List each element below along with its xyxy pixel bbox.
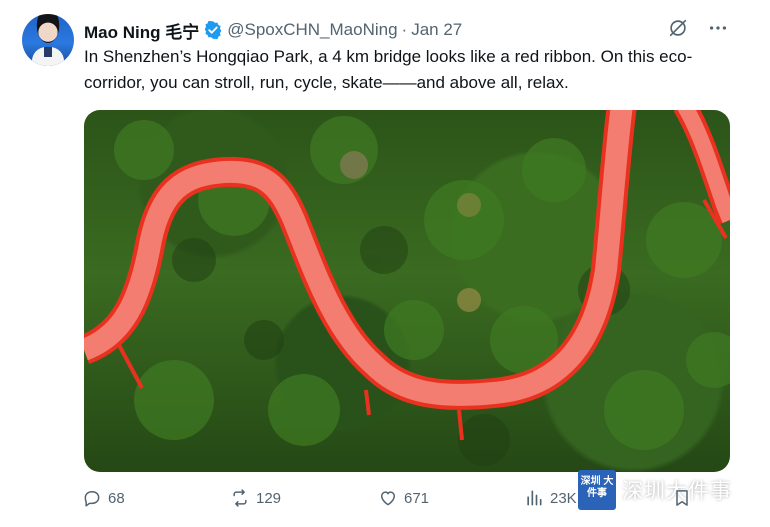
tweet-header: Mao Ning 毛宁 @SpoxCHN_MaoNing · Jan 27 <box>84 18 462 42</box>
tweet-image[interactable] <box>84 110 730 472</box>
reply-count: 68 <box>108 489 125 507</box>
bookmark-button[interactable] <box>672 488 692 508</box>
tweet-date[interactable]: Jan 27 <box>411 20 462 40</box>
bridge-illustration <box>84 110 730 466</box>
reply-icon <box>84 491 100 507</box>
views-button[interactable]: 23K <box>524 488 577 508</box>
like-icon <box>381 491 395 506</box>
top-actions <box>666 16 730 40</box>
tweet-text: In Shenzhen’s Hongqiao Park, a 4 km brid… <box>84 47 693 92</box>
like-button[interactable]: 671 <box>378 488 429 508</box>
views-count: 23K <box>550 489 577 507</box>
bookmark-icon <box>676 490 688 506</box>
author-handle[interactable]: @SpoxCHN_MaoNing <box>227 20 397 40</box>
repost-icon <box>233 489 247 507</box>
separator-dot: · <box>401 20 408 39</box>
like-count: 671 <box>404 489 430 507</box>
tweet-card[interactable]: Mao Ning 毛宁 @SpoxCHN_MaoNing · Jan 27 In <box>0 0 770 527</box>
verified-badge-icon <box>203 20 223 40</box>
repost-count: 129 <box>256 489 282 507</box>
action-bar: 68 129 671 23K <box>82 488 770 518</box>
avatar[interactable] <box>22 14 74 66</box>
repost-button[interactable]: 129 <box>230 488 281 508</box>
reply-button[interactable]: 68 <box>82 488 125 508</box>
author-name[interactable]: Mao Ning 毛宁 <box>84 18 199 43</box>
views-icon <box>527 490 542 506</box>
more-icon[interactable] <box>706 16 730 40</box>
grok-icon[interactable] <box>666 16 690 40</box>
